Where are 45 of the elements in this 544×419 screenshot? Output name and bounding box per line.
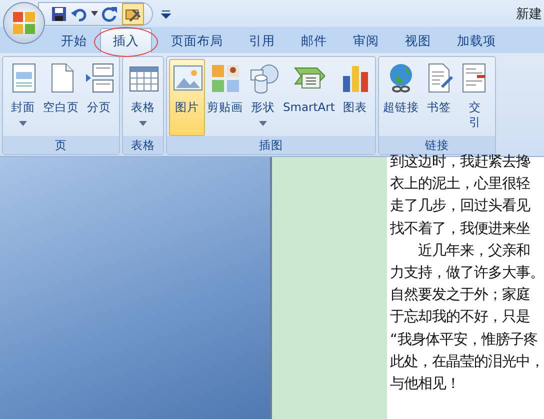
group-label: 插图 (167, 136, 375, 154)
ribbon-button[interactable]: 空白页 (41, 59, 81, 136)
ribbon-button[interactable]: SmartArt (281, 59, 337, 136)
ribbon-button[interactable]: 剪贴画 (205, 59, 245, 136)
ribbon-button[interactable]: 超链接 (380, 59, 421, 136)
ribbon-tab[interactable]: 视图 (392, 28, 444, 53)
group-label: 页 (3, 136, 119, 154)
ribbon-button[interactable]: 表格 (125, 59, 161, 136)
window-title: 新建 (516, 6, 543, 22)
clipart-icon (209, 62, 241, 94)
text-line: 衣上的泥土，心里很轻 (390, 174, 531, 194)
text-line: 走了几步，回过头看见 (390, 197, 532, 216)
ribbon-button[interactable]: 分页 (81, 59, 117, 136)
customize-icon[interactable] (161, 8, 171, 18)
pagebreak-icon (83, 62, 115, 94)
text-line: 到这边时，我赶紧去搀 (390, 153, 532, 172)
office-logo (11, 10, 37, 36)
ribbon-tab[interactable]: 邮件 (288, 28, 340, 53)
ribbon-button[interactable]: 交引 (456, 59, 493, 136)
ribbon-tab[interactable]: 页面布局 (158, 28, 236, 53)
text-line: 找不着了，我便进来坐 (390, 220, 531, 239)
highlight-ellipse (94, 27, 158, 57)
caret-icon[interactable] (91, 11, 98, 16)
ribbon-button[interactable]: 图片 (169, 59, 205, 136)
text-line: 此处，在晶莹的泪光中， (390, 352, 544, 372)
save-icon[interactable] (51, 6, 67, 22)
redo-icon[interactable] (102, 6, 118, 22)
text-line: 自然要发之于外；家庭 (390, 286, 531, 306)
tools-button[interactable] (122, 2, 144, 24)
ribbon-tab[interactable]: 插入 (100, 28, 152, 53)
group-label: 链接 (378, 136, 495, 154)
text-line: 与他相见！ (390, 375, 461, 394)
ribbon-tab[interactable]: 加载项 (444, 28, 509, 53)
text-line: 于忘却我的不好，只是 (390, 308, 531, 328)
ribbon-button[interactable]: 形状 (245, 59, 281, 136)
ribbon-tab[interactable]: 审阅 (340, 28, 392, 53)
text-line: 力支持，做了许多大事。 (390, 264, 544, 284)
ribbon-tab[interactable]: 引用 (236, 28, 288, 53)
text-line: “我身体平安，惟膀子疼 (390, 330, 538, 350)
group-label: 表格 (123, 136, 163, 154)
ribbon-button[interactable]: 图表 (336, 59, 373, 136)
text-line: 近几年来，父亲和 (417, 242, 531, 261)
ribbon-tab[interactable]: 开始 (48, 28, 100, 53)
ribbon-button[interactable]: 书签 (420, 59, 457, 136)
ribbon-button[interactable]: 封面 (5, 59, 41, 136)
